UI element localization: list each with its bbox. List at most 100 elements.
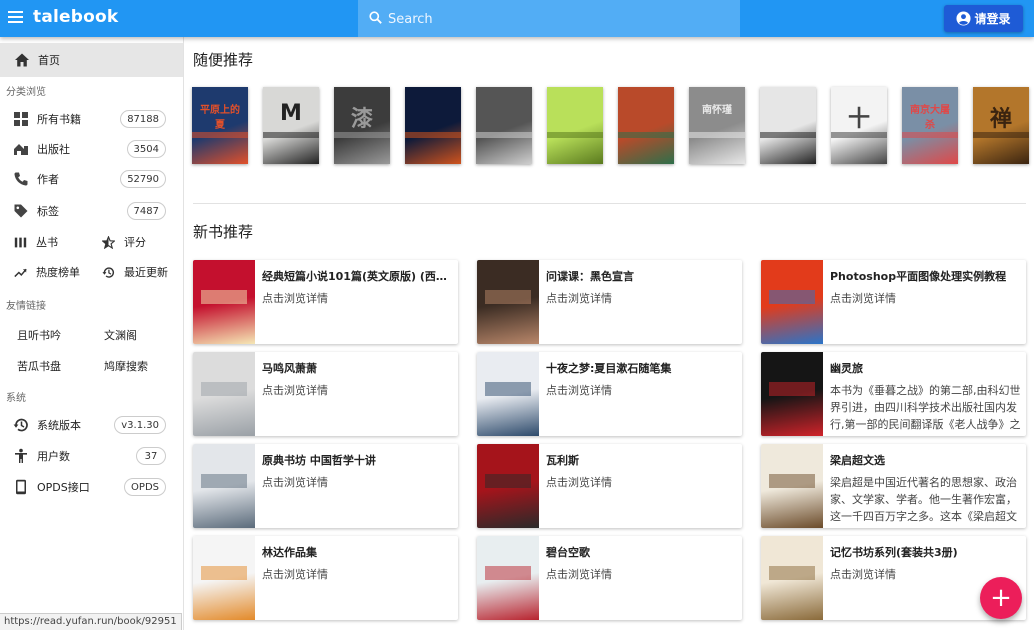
book-title[interactable]: 幽灵旅 <box>830 360 1020 376</box>
book-card[interactable]: 瓦利斯 点击浏览详情 <box>477 444 742 528</box>
book-card[interactable]: 十夜之梦:夏目漱石随笔集 点击浏览详情 <box>477 352 742 436</box>
book-title[interactable]: 记忆书坊系列(套装共3册) <box>830 544 1020 560</box>
sidebar-item-version[interactable]: 系统版本 v3.1.30 <box>0 412 183 438</box>
book-description: 点击浏览详情 <box>262 568 328 581</box>
search-bar[interactable] <box>358 0 740 37</box>
sidebar-item-recent[interactable]: 最近更新 <box>102 260 168 284</box>
search-input[interactable] <box>388 8 728 30</box>
book-card[interactable]: 碧台空歌 点击浏览详情 <box>477 536 742 620</box>
sidebar-item-label: 出版社 <box>37 143 70 156</box>
columns-icon <box>14 237 27 247</box>
book-cover[interactable] <box>760 87 816 164</box>
book-description: 点击浏览详情 <box>830 292 896 305</box>
cover-text: 十 <box>847 107 870 132</box>
sidebar: 首页 分类浏览 所有书籍 87188 出版社 3504 作者 52790 标签 … <box>0 37 184 630</box>
sidebar-item-label: 首页 <box>38 54 60 67</box>
app-title[interactable]: talebook <box>33 7 118 27</box>
book-card[interactable]: 幽灵旅本书为《垂暮之战》的第二部,由科幻世界引进，由四川科学技术出版社国内发行,… <box>761 352 1026 436</box>
book-title[interactable]: 原典书坊 中国哲学十讲 <box>262 452 452 468</box>
book-cover[interactable]: 漆 <box>334 87 390 164</box>
login-label: 请登录 <box>974 12 1011 26</box>
book-title[interactable]: 问谍课：黑色宣言 <box>546 268 736 284</box>
book-description: 点击浏览详情 <box>546 476 612 489</box>
book-thumbnail[interactable] <box>477 536 539 620</box>
menu-icon[interactable] <box>8 11 23 25</box>
phone-icon <box>14 172 28 186</box>
book-thumbnail[interactable] <box>761 260 823 344</box>
sidebar-item-label: 热度榜单 <box>36 266 80 279</box>
book-card[interactable]: 马鸣风萧萧点击浏览详情 <box>193 352 458 436</box>
sidebar-item-label: 最近更新 <box>124 266 168 279</box>
book-card[interactable]: 原典书坊 中国哲学十讲 点击浏览详情 <box>193 444 458 528</box>
link-jiumo-search[interactable]: 鸠摩搜索 <box>104 358 148 374</box>
search-icon <box>369 11 382 24</box>
book-thumbnail[interactable] <box>761 352 823 436</box>
book-cover[interactable] <box>618 87 674 164</box>
book-title[interactable]: 梁启超文选 <box>830 452 1020 468</box>
section-system: 系统 <box>6 393 26 404</box>
sidebar-item-label: OPDS接口 <box>37 481 90 494</box>
book-cover[interactable] <box>476 87 532 164</box>
sidebar-item-users[interactable]: 用户数 37 <box>0 443 183 469</box>
book-thumbnail[interactable] <box>477 444 539 528</box>
history-icon <box>13 418 28 432</box>
book-thumbnail[interactable] <box>477 260 539 344</box>
version-badge: v3.1.30 <box>114 416 166 434</box>
person-icon <box>15 448 27 463</box>
book-title[interactable]: 经典短篇小说101篇(英文原版) (西方... <box>262 268 452 284</box>
sidebar-item-tags[interactable]: 标签 7487 <box>0 198 183 224</box>
book-thumbnail[interactable] <box>193 536 255 620</box>
book-title[interactable]: Photoshop平面图像处理实例教程 <box>830 268 1020 284</box>
book-title[interactable]: 十夜之梦:夏目漱石随笔集 <box>546 360 736 376</box>
login-button[interactable]: 请登录 <box>944 5 1023 32</box>
sidebar-item-all-books[interactable]: 所有书籍 87188 <box>0 106 183 132</box>
sidebar-item-hot[interactable]: 热度榜单 <box>14 260 80 284</box>
sidebar-item-label: 作者 <box>37 173 59 186</box>
add-button[interactable]: + <box>980 577 1022 619</box>
sidebar-item-rating[interactable]: 评分 <box>102 230 146 254</box>
book-description: 本书为《垂暮之战》的第二部,由科幻世界引进，由四川科学技术出版社国内发行,第一部… <box>830 384 1021 431</box>
book-title[interactable]: 碧台空歌 <box>546 544 736 560</box>
account-circle-icon <box>956 11 972 26</box>
sidebar-item-home[interactable]: 首页 <box>0 43 183 77</box>
link-wenyuange[interactable]: 文渊阁 <box>104 327 137 343</box>
sidebar-item-publisher[interactable]: 出版社 3504 <box>0 136 183 162</box>
book-cover[interactable]: M <box>263 87 319 164</box>
book-description: 点击浏览详情 <box>262 292 328 305</box>
section-title-random: 随便推荐 <box>193 51 254 69</box>
book-cover[interactable]: 南京大屠杀 <box>902 87 958 164</box>
book-card[interactable]: 梁启超文选 梁启超是中国近代著名的思想家、政治家、文学家、学者。他一生著作宏富，这… <box>761 444 1026 528</box>
link-qietingshuyin[interactable]: 且听书吟 <box>17 327 61 343</box>
book-cover[interactable]: 南怀瑾 <box>689 87 745 164</box>
book-title[interactable]: 马鸣风萧萧 <box>262 360 452 376</box>
book-cover[interactable]: 禅 <box>973 87 1029 164</box>
book-thumbnail[interactable] <box>193 444 255 528</box>
sidebar-item-opds[interactable]: OPDS接口 OPDS <box>0 474 183 500</box>
book-cover[interactable]: 平原上的夏 <box>192 87 248 164</box>
book-thumbnail[interactable] <box>477 352 539 436</box>
sidebar-item-author[interactable]: 作者 52790 <box>0 166 183 192</box>
book-thumbnail[interactable] <box>193 260 255 344</box>
cover-text: 平原上的夏 <box>200 105 240 131</box>
book-thumbnail[interactable] <box>193 352 255 436</box>
house-icon <box>14 144 28 155</box>
book-cover[interactable] <box>405 87 461 164</box>
book-cover[interactable] <box>547 87 603 164</box>
book-card[interactable]: 经典短篇小说101篇(英文原版) (西方... 点击浏览详情 <box>193 260 458 344</box>
book-cover[interactable]: 十 <box>831 87 887 164</box>
book-thumbnail[interactable] <box>761 444 823 528</box>
home-icon <box>15 53 29 67</box>
sidebar-item-label: 所有书籍 <box>37 113 81 126</box>
book-description: 点击浏览详情 <box>262 384 328 397</box>
book-thumbnail[interactable] <box>761 536 823 620</box>
book-card[interactable]: 林达作品集点击浏览详情 <box>193 536 458 620</box>
book-title[interactable]: 林达作品集 <box>262 544 452 560</box>
tag-icon <box>14 204 28 218</box>
book-card[interactable]: 问谍课：黑色宣言 点击浏览详情 <box>477 260 742 344</box>
book-title[interactable]: 瓦利斯 <box>546 452 736 468</box>
link-kuguashupan[interactable]: 苦瓜书盘 <box>17 358 61 374</box>
book-card[interactable]: Photoshop平面图像处理实例教程 点击浏览详情 <box>761 260 1026 344</box>
cover-text: 禅 <box>989 107 1012 132</box>
app-bar: talebook 请登录 <box>0 0 1034 37</box>
sidebar-item-series[interactable]: 丛书 <box>14 230 58 254</box>
